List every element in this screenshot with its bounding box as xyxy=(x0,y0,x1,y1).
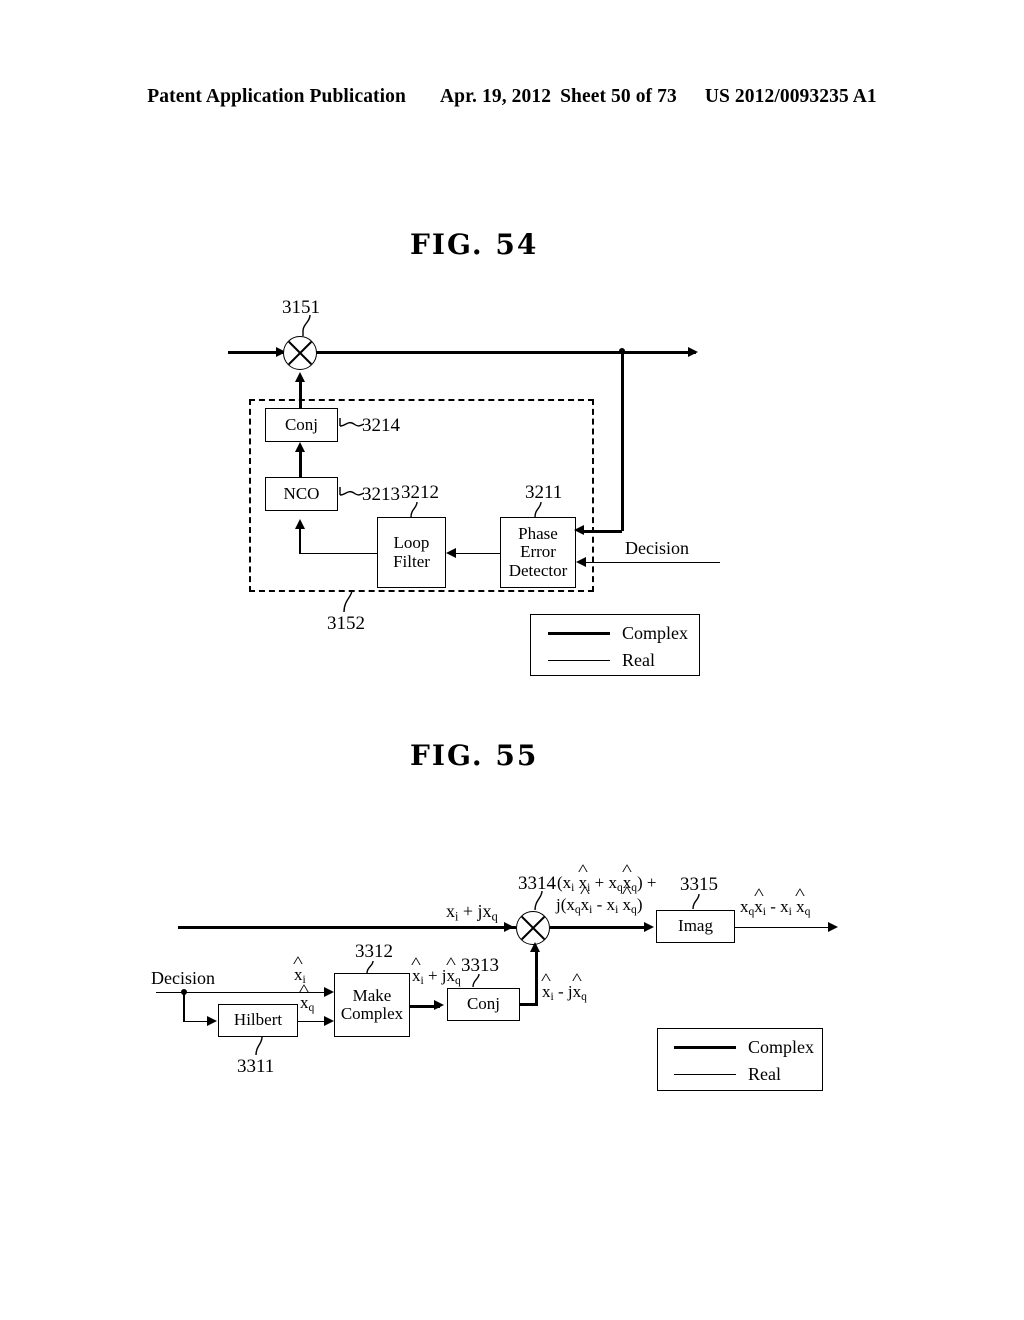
fig54-feedback-vline xyxy=(620,351,624,531)
fig55-leader-3313 xyxy=(472,973,480,988)
fig55-xq-label: xq xyxy=(300,993,314,1014)
fig54-legend-swatch-real xyxy=(548,659,610,662)
fig54-block-ped-label-1: Phase xyxy=(518,523,558,543)
fig54-loopfilter-to-nco-hline xyxy=(299,552,378,554)
fig55-block-make-complex-label-1: Make xyxy=(352,985,392,1005)
fig55-block-hilbert[interactable]: Hilbert xyxy=(218,1004,298,1037)
fig54-ref-3211: 3211 xyxy=(525,482,563,503)
fig54-loopfilter-to-nco-vline xyxy=(299,527,301,554)
fig54-nco-to-conj-line xyxy=(299,450,303,478)
fig55-hilbert-input-arrowhead xyxy=(207,1016,217,1026)
header-patent-number: US 2012/0093235 A1 xyxy=(704,86,877,107)
fig54-ref-3214: 3214 xyxy=(362,415,400,436)
fig54-block-phase-error-detector[interactable]: Phase Error Detector xyxy=(500,517,576,588)
fig54-feedback-hline xyxy=(584,529,622,533)
fig54-block-ped-label-2: Error xyxy=(520,542,556,562)
fig55-imag-output-label: xqxi - xi xq xyxy=(740,897,810,918)
fig55-input-arrowhead xyxy=(504,922,514,932)
fig55-block-imag-label: Imag xyxy=(678,916,713,936)
fig54-nco-to-conj-arrowhead xyxy=(295,442,305,452)
fig54-output-arrowhead xyxy=(688,347,698,357)
fig55-input-label: xi + jxq xyxy=(446,901,498,924)
page-header: Patent Application Publication Apr. 19, 2… xyxy=(0,86,1024,108)
fig55-conj-to-mult-arrowhead xyxy=(530,942,540,952)
fig55-mult-out-label-1: (xi xi + xqxq) + xyxy=(557,873,657,894)
fig55-decision-arrowhead-top xyxy=(324,987,334,997)
fig54-decision-arrowhead xyxy=(576,557,586,567)
fig54-legend-row-complex: Complex xyxy=(548,623,688,644)
fig54-ref-3152: 3152 xyxy=(327,613,365,634)
fig55-ref-3312: 3312 xyxy=(355,941,393,962)
fig55-conj-to-mult-vline xyxy=(534,950,538,1004)
fig55-decision-label: Decision xyxy=(151,968,215,988)
fig55-legend-row-real: Real xyxy=(674,1064,781,1085)
fig54-conj-to-mult-line xyxy=(299,380,303,410)
figure-54-title: FIG. 54 xyxy=(410,228,539,261)
fig54-loopfilter-to-nco-arrowhead xyxy=(294,519,305,529)
fig55-block-imag[interactable]: Imag xyxy=(656,910,735,943)
fig54-ped-to-loopfilter-arrowhead xyxy=(446,548,456,558)
fig55-block-hilbert-label: Hilbert xyxy=(233,1010,283,1030)
fig54-block-loop-filter-label-1: Loop xyxy=(393,533,430,553)
fig55-multiplier-3314 xyxy=(516,911,550,945)
fig54-ped-to-loopfilter-line xyxy=(452,552,500,554)
fig55-leader-3311 xyxy=(255,1036,263,1056)
fig55-leader-3312 xyxy=(366,960,374,974)
fig55-block-make-complex-label-2: Complex xyxy=(340,1004,404,1023)
fig55-legend-label-complex: Complex xyxy=(748,1037,814,1057)
fig54-multiplier-3151 xyxy=(283,336,317,370)
fig54-decision-label: Decision xyxy=(625,538,689,558)
fig54-conj-to-mult-arrowhead xyxy=(295,372,305,382)
fig54-block-nco[interactable]: NCO xyxy=(265,477,338,511)
fig55-imag-output-line xyxy=(735,926,835,928)
fig54-block-nco-label: NCO xyxy=(283,483,320,503)
patent-sheet-page: Patent Application Publication Apr. 19, 2… xyxy=(0,0,1024,1320)
fig54-legend-label-real: Real xyxy=(622,650,655,670)
fig55-conj-out-label: xi - jxq xyxy=(542,982,587,1003)
fig55-ref-3315: 3315 xyxy=(680,874,718,895)
fig55-input-line xyxy=(178,926,516,930)
fig55-legend-label-real: Real xyxy=(748,1064,781,1084)
figure-55-title: FIG. 55 xyxy=(410,739,539,772)
fig54-ref-3213: 3213 xyxy=(362,484,400,505)
fig55-imag-output-arrowhead xyxy=(828,922,838,932)
fig55-mult-out-label-2: j(xqxi - xi xq) xyxy=(556,895,642,916)
fig55-makecomplex-out-label: xi + jxq xyxy=(412,966,461,987)
fig55-legend-swatch-complex xyxy=(674,1045,736,1050)
header-publication: Patent Application Publication xyxy=(147,86,406,107)
fig54-leader-3212 xyxy=(410,501,418,518)
fig54-leader-3211 xyxy=(534,501,542,518)
fig54-block-conj-label: Conj xyxy=(284,414,319,434)
fig55-block-conj-label: Conj xyxy=(466,994,501,1014)
fig55-mult-to-imag-line xyxy=(550,926,648,930)
fig55-ref-3311: 3311 xyxy=(237,1056,275,1077)
fig55-legend-swatch-real xyxy=(674,1073,736,1076)
fig54-decision-line xyxy=(584,561,720,563)
fig55-decision-branch-vline xyxy=(183,991,185,1021)
fig54-leader-3214 xyxy=(339,418,365,427)
fig54-block-ped-label-3: Detector xyxy=(508,560,568,580)
fig54-feedback-arrowhead xyxy=(574,525,584,535)
fig55-legend-row-complex: Complex xyxy=(674,1037,814,1058)
fig54-legend-label-complex: Complex xyxy=(622,623,688,643)
fig54-ref-3212: 3212 xyxy=(401,482,439,503)
fig54-legend-swatch-complex xyxy=(548,631,610,636)
fig55-block-conj[interactable]: Conj xyxy=(447,988,520,1021)
fig54-leader-3213 xyxy=(339,487,365,496)
fig55-conj-input-arrowhead xyxy=(434,1000,444,1010)
fig55-mult-to-imag-arrowhead xyxy=(644,922,654,932)
fig54-block-loop-filter-label-2: Filter xyxy=(393,551,430,571)
header-sheet: Sheet 50 of 73 xyxy=(560,86,677,107)
header-date: Apr. 19, 2012 xyxy=(439,86,552,107)
fig55-leader-3314 xyxy=(534,890,543,911)
fig54-block-loop-filter[interactable]: Loop Filter xyxy=(377,517,446,588)
fig54-output-line xyxy=(316,351,696,355)
fig54-legend-row-real: Real xyxy=(548,650,655,671)
fig55-leader-3315 xyxy=(692,893,700,910)
fig55-block-make-complex[interactable]: Make Complex xyxy=(334,973,410,1037)
fig54-leader-3152 xyxy=(343,589,353,613)
fig54-leader-3151 xyxy=(302,314,311,336)
fig55-makecomplex-input-arrowhead-bottom xyxy=(324,1016,334,1026)
fig54-block-conj[interactable]: Conj xyxy=(265,408,338,442)
